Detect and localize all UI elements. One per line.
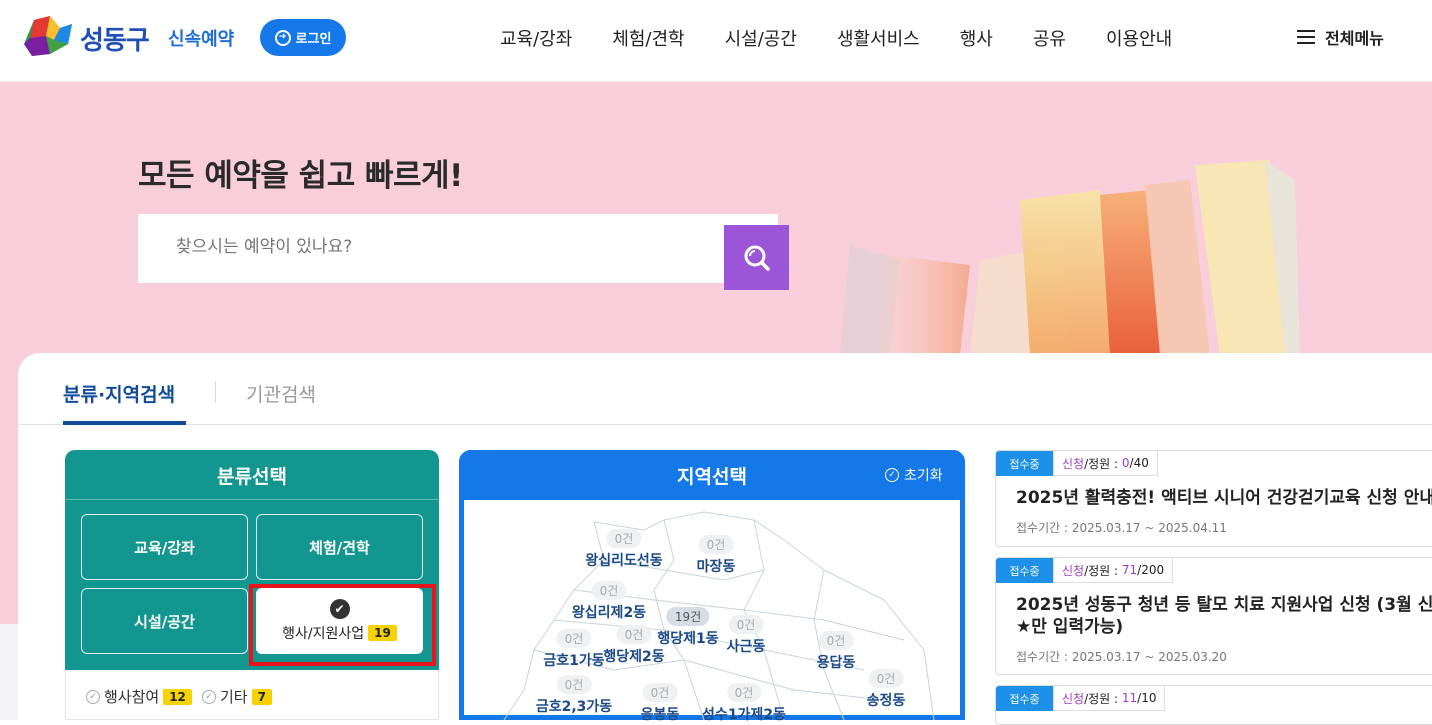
nav-item-facility[interactable]: 시설/공간 bbox=[725, 25, 797, 51]
subcategory-etc[interactable]: ✓ 기타 7 bbox=[202, 686, 272, 707]
brand-name[interactable]: 성동구 bbox=[80, 20, 150, 57]
category-button-experience[interactable]: 체험/견학 bbox=[256, 514, 423, 580]
district-eungbong[interactable]: 0건 응봉동 bbox=[641, 682, 679, 724]
category-button-facility[interactable]: 시설/공간 bbox=[81, 588, 248, 654]
district-geumho-1ga[interactable]: 0건 금호1가동 bbox=[543, 628, 605, 670]
notice-card[interactable]: 접수중 신청/정원 : 11/10 bbox=[995, 685, 1432, 725]
nav-item-guide[interactable]: 이용안내 bbox=[1106, 25, 1172, 51]
site-header: 성동구 신속예약 ➜ 로그인 교육/강좌 체험/견학 시설/공간 생활서비스 행… bbox=[0, 0, 1432, 82]
district-sageun[interactable]: 0건 사근동 bbox=[727, 614, 765, 656]
tab-institution[interactable]: 기관검색 bbox=[246, 380, 316, 407]
category-button-education[interactable]: 교육/강좌 bbox=[81, 514, 248, 580]
active-tab-indicator bbox=[63, 421, 186, 425]
status-badge: 접수중 bbox=[996, 558, 1053, 583]
reset-button[interactable]: ✓ 초기화 bbox=[885, 465, 943, 485]
books-illustration-icon bbox=[840, 160, 1300, 355]
circle-check-icon: ✓ bbox=[86, 689, 100, 704]
district-yongdap[interactable]: 0건 용답동 bbox=[817, 630, 855, 672]
district-haengdang-1[interactable]: 19건 행당제1동 bbox=[657, 606, 719, 648]
quota-label: 신청/정원 : 11/10 bbox=[1053, 686, 1166, 711]
quota-label: 신청/정원 : 71/200 bbox=[1053, 558, 1174, 583]
count-badge: 7 bbox=[251, 688, 272, 705]
tab-divider bbox=[215, 381, 216, 403]
notice-period: 접수기간 : 2025.03.17 ~ 2025.04.11 bbox=[1016, 521, 1227, 535]
nav-item-event[interactable]: 행사 bbox=[960, 25, 993, 51]
notice-title: 2025년 활력충전! 액티브 시니어 건강걷기교육 신청 안내 bbox=[1016, 488, 1432, 508]
nav-item-share[interactable]: 공유 bbox=[1033, 25, 1066, 51]
reset-icon: ✓ bbox=[885, 468, 899, 482]
search-input[interactable] bbox=[174, 236, 714, 258]
region-map: 0건 왕십리도선동 0건 마장동 0건 왕십리제2동 19건 행당제1동 0건 … bbox=[464, 500, 960, 723]
count-badge: 12 bbox=[163, 688, 192, 705]
category-title: 분류선택 bbox=[217, 466, 287, 488]
district-wangsimni-2[interactable]: 0건 왕십리제2동 bbox=[572, 580, 646, 622]
category-divider bbox=[65, 499, 439, 500]
brand-subtitle[interactable]: 신속예약 bbox=[168, 25, 234, 51]
login-button[interactable]: ➜ 로그인 bbox=[260, 19, 346, 56]
district-wangsimni-doseon[interactable]: 0건 왕십리도선동 bbox=[585, 528, 663, 570]
search-box bbox=[138, 214, 778, 283]
search-icon bbox=[744, 245, 770, 271]
nav-item-life-service[interactable]: 생활서비스 bbox=[837, 25, 920, 51]
subcategory-label: 기타 bbox=[220, 688, 248, 706]
selection-highlight-box bbox=[249, 584, 436, 666]
tab-bar-line bbox=[18, 424, 1432, 425]
all-menu-label: 전체메뉴 bbox=[1325, 29, 1384, 48]
notice-period: 접수기간 : 2025.03.17 ~ 2025.03.20 bbox=[1016, 650, 1227, 664]
district-geumho-23ga[interactable]: 0건 금호2,3가동 bbox=[536, 674, 612, 716]
reset-label: 초기화 bbox=[904, 468, 943, 484]
subcategory-label: 행사참여 bbox=[104, 688, 160, 706]
search-button[interactable] bbox=[724, 225, 789, 290]
login-icon: ➜ bbox=[274, 29, 291, 46]
notice-card[interactable]: 접수중 신청/정원 : 71/200 2025년 성동구 청년 등 탈모 치료 … bbox=[995, 557, 1432, 675]
quota-label: 신청/정원 : 0/40 bbox=[1053, 451, 1158, 476]
district-majang[interactable]: 0건 마장동 bbox=[697, 534, 735, 576]
subcategory-event-participation[interactable]: ✓ 행사참여 12 bbox=[86, 686, 192, 707]
notice-title: 2025년 성동구 청년 등 탈모 치료 지원사업 신청 (3월 신청 ★만 입력… bbox=[1016, 595, 1432, 637]
main-nav: 교육/강좌 체험/견학 시설/공간 생활서비스 행사 공유 이용안내 bbox=[480, 25, 1192, 51]
circle-check-icon: ✓ bbox=[202, 689, 216, 704]
notice-card[interactable]: 접수중 신청/정원 : 0/40 2025년 활력충전! 액티브 시니어 건강걷… bbox=[995, 450, 1432, 547]
status-badge: 접수중 bbox=[996, 686, 1053, 711]
nav-item-education[interactable]: 교육/강좌 bbox=[500, 25, 572, 51]
tab-category-region[interactable]: 분류·지역검색 bbox=[63, 380, 175, 407]
nav-item-experience[interactable]: 체험/견학 bbox=[612, 25, 684, 51]
login-label: 로그인 bbox=[295, 32, 332, 47]
hamburger-icon bbox=[1297, 30, 1315, 44]
district-songjeong[interactable]: 0건 송정동 bbox=[867, 668, 905, 710]
status-badge: 접수중 bbox=[996, 451, 1053, 476]
district-haengdang-2[interactable]: 0건 행당제2동 bbox=[603, 624, 665, 666]
hero-title: 모든 예약을 쉽고 빠르게! bbox=[138, 158, 463, 194]
seongdong-logo-icon[interactable] bbox=[20, 14, 76, 58]
all-menu-button[interactable]: 전체메뉴 bbox=[1297, 25, 1384, 49]
district-seongsu-1ga-2[interactable]: 0건 성수1가제2동 bbox=[702, 682, 786, 724]
